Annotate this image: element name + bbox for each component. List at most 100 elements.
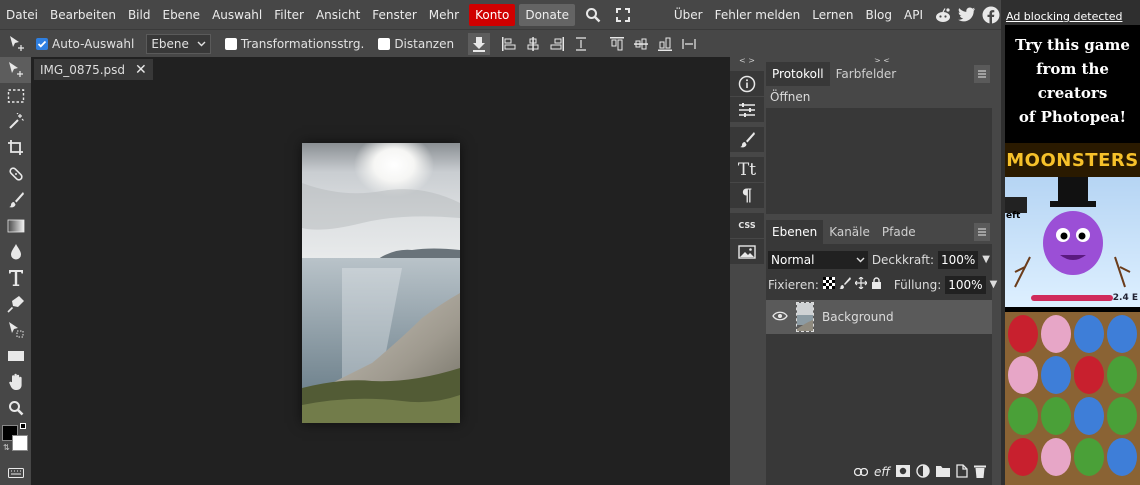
tab-protokoll[interactable]: Protokoll — [766, 62, 830, 86]
align-top-icon[interactable] — [606, 33, 628, 55]
collapse-arrows-icon[interactable]: < > — [730, 57, 764, 67]
menu-ebene[interactable]: Ebene — [156, 4, 206, 26]
css-button[interactable]: CSS — [730, 213, 764, 239]
tool-move[interactable] — [0, 57, 31, 83]
tool-pen[interactable] — [0, 291, 31, 317]
transform-controls-checkbox[interactable]: Transformationsstrg. — [224, 37, 364, 51]
info-button[interactable] — [730, 71, 764, 97]
lock-paint-icon[interactable] — [838, 277, 851, 292]
tool-blur[interactable] — [0, 239, 31, 265]
distances-checkbox[interactable]: Distanzen — [378, 37, 454, 51]
ad-banner[interactable]: Try this game from the creators of Photo… — [1005, 25, 1140, 485]
menu-api[interactable]: API — [898, 4, 929, 26]
menu-bearbeiten[interactable]: Bearbeiten — [44, 4, 122, 26]
menu-lernen[interactable]: Lernen — [806, 4, 859, 26]
ad-blocking-link[interactable]: Ad blocking detected — [1006, 10, 1122, 23]
tool-crop[interactable] — [0, 135, 31, 161]
paragraph-button[interactable]: ¶ — [730, 183, 764, 209]
menu-bild[interactable]: Bild — [122, 4, 157, 26]
new-layer-icon[interactable] — [956, 463, 968, 481]
lock-transparency-icon[interactable] — [822, 277, 835, 292]
menu-mehr[interactable]: Mehr — [423, 4, 465, 26]
tool-keyboard[interactable] — [0, 463, 31, 483]
download-icon[interactable] — [468, 32, 491, 55]
blend-mode-select[interactable]: Normal — [768, 250, 868, 269]
menu-auswahl[interactable]: Auswahl — [206, 4, 268, 26]
distances-box[interactable] — [378, 37, 391, 50]
facebook-icon[interactable] — [981, 5, 1001, 25]
tool-magic-wand[interactable] — [0, 109, 31, 135]
add-mask-icon[interactable] — [896, 464, 910, 480]
distribute-v-icon[interactable] — [570, 33, 592, 55]
twitter-icon[interactable] — [957, 5, 977, 25]
tool-brush[interactable] — [0, 187, 31, 213]
align-left-icon[interactable] — [498, 33, 520, 55]
tool-type[interactable] — [0, 265, 31, 291]
magic-wand-icon — [8, 113, 24, 129]
reddit-icon[interactable] — [933, 5, 953, 25]
align-center-v-icon[interactable] — [630, 33, 652, 55]
new-folder-icon[interactable] — [936, 465, 950, 480]
character-button[interactable]: Tt — [730, 157, 764, 183]
background-color[interactable] — [12, 435, 28, 451]
align-center-h-icon[interactable] — [522, 33, 544, 55]
auto-select-check-icon[interactable] — [36, 37, 48, 50]
search-icon[interactable] — [581, 4, 605, 26]
fill-dropdown-icon[interactable]: ▼ — [990, 279, 998, 290]
link-layers-icon[interactable] — [853, 465, 869, 479]
menu-ansicht[interactable]: Ansicht — [310, 4, 366, 26]
tool-hand[interactable] — [0, 369, 31, 395]
konto-button[interactable]: Konto — [469, 3, 516, 26]
close-icon[interactable]: ✕ — [135, 62, 147, 78]
fill-input[interactable]: 100% — [945, 275, 986, 294]
swap-colors-icon[interactable]: ⇅ — [3, 443, 10, 452]
tool-path-select[interactable] — [0, 317, 31, 343]
lock-move-icon[interactable] — [854, 276, 868, 292]
document-tab[interactable]: IMG_0875.psd ✕ — [34, 59, 153, 80]
tool-gradient[interactable] — [0, 213, 31, 239]
lock-all-icon[interactable] — [871, 277, 882, 292]
adjustments-button[interactable] — [730, 97, 764, 123]
donate-button[interactable]: Donate — [519, 3, 575, 26]
transform-controls-box[interactable] — [224, 37, 237, 50]
layer-row-background[interactable]: Background — [766, 300, 992, 334]
tool-rectangle[interactable] — [0, 343, 31, 369]
tab-ebenen[interactable]: Ebenen — [766, 220, 824, 244]
trash-icon[interactable] — [974, 464, 986, 481]
auto-select-target-select[interactable]: Ebene — [146, 33, 211, 54]
history-entry[interactable]: Öffnen — [766, 86, 992, 108]
keyboard-icon — [7, 468, 24, 478]
history-menu-icon[interactable] — [974, 65, 990, 83]
brush-settings-button[interactable] — [730, 127, 764, 153]
fullscreen-icon[interactable] — [611, 4, 635, 26]
tool-marquee[interactable] — [0, 83, 31, 109]
canvas-area[interactable] — [31, 81, 730, 485]
menu-datei[interactable]: Datei — [0, 4, 44, 26]
opacity-input[interactable]: 100% — [937, 250, 979, 269]
default-colors-icon[interactable] — [20, 423, 26, 429]
eye-icon[interactable] — [772, 310, 788, 324]
image-button[interactable] — [730, 239, 764, 265]
auto-select-checkbox[interactable]: Auto-Auswahl — [36, 37, 134, 51]
menu-blog[interactable]: Blog — [859, 4, 898, 26]
layers-menu-icon[interactable] — [974, 223, 990, 241]
move-tool-arrow-icon — [8, 62, 23, 77]
tab-pfade[interactable]: Pfade — [876, 220, 922, 244]
layer-effects-button[interactable]: eff — [874, 465, 890, 479]
align-right-icon[interactable] — [546, 33, 568, 55]
tab-farbfelder[interactable]: Farbfelder — [830, 62, 903, 86]
side-group-info — [730, 71, 764, 123]
menu-filter[interactable]: Filter — [268, 4, 310, 26]
opacity-dropdown-icon[interactable]: ▼ — [982, 254, 990, 265]
document-canvas-image[interactable] — [302, 143, 460, 423]
color-swatches[interactable]: ⇅ — [0, 421, 31, 455]
adjustment-layer-icon[interactable] — [916, 463, 930, 481]
tab-kanaele[interactable]: Kanäle — [823, 220, 876, 244]
align-bottom-icon[interactable] — [654, 33, 676, 55]
menu-uber[interactable]: Über — [668, 4, 709, 26]
tool-healing[interactable] — [0, 161, 31, 187]
menu-fehler-melden[interactable]: Fehler melden — [709, 4, 807, 26]
tool-zoom[interactable] — [0, 395, 31, 421]
distribute-h-icon[interactable] — [678, 33, 700, 55]
menu-fenster[interactable]: Fenster — [366, 4, 423, 26]
